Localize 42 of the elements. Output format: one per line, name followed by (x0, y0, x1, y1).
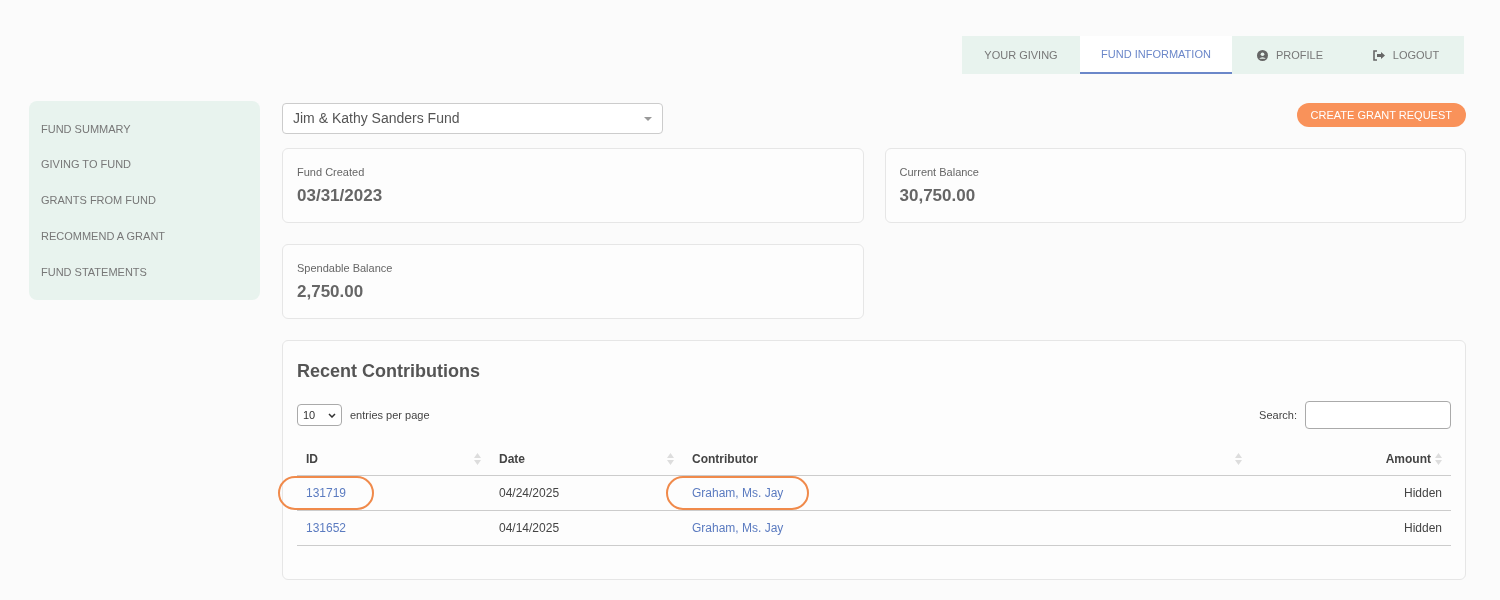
column-header[interactable]: Date (499, 450, 525, 468)
sort-icon[interactable] (667, 453, 674, 465)
nav-tab[interactable]: PROFILE (1232, 36, 1348, 74)
table-cell: 04/14/2025 (499, 521, 560, 535)
sidebar-item[interactable]: GRANTS FROM FUND (29, 182, 260, 219)
contribution-id-link[interactable]: 131719 (280, 478, 373, 508)
sidebar-item[interactable]: FUND SUMMARY (29, 111, 260, 147)
table-cell: Hidden (1403, 521, 1442, 535)
section-title: Recent Contributions (297, 360, 481, 383)
nav-tab[interactable]: FUND INFORMATION (1080, 36, 1232, 74)
stat-label: Current Balance (899, 165, 980, 180)
logout-icon (1372, 49, 1385, 61)
nav-tab[interactable]: LOGOUT (1348, 36, 1464, 74)
sidebar-item[interactable]: RECOMMEND A GRANT (29, 218, 260, 255)
stat-value: 03/31/2023 (297, 184, 384, 207)
sort-icon[interactable] (1235, 453, 1242, 465)
sidebar-item[interactable]: FUND STATEMENTS (29, 254, 260, 290)
stat-label: Fund Created (297, 165, 366, 180)
sidebar-item[interactable]: GIVING TO FUND (29, 146, 260, 183)
column-header[interactable]: ID (306, 450, 318, 468)
entries-label: entries per page (350, 407, 430, 423)
sort-icon[interactable] (1435, 453, 1442, 465)
user-icon (1256, 49, 1268, 61)
stat-value: 2,750.00 (297, 280, 365, 303)
search-label: Search: (1259, 407, 1297, 423)
column-header[interactable]: Amount (1385, 450, 1431, 468)
create-grant-request-button[interactable]: CREATE GRANT REQUEST (1296, 103, 1466, 127)
contributor-link[interactable]: Graham, Ms. Jay (668, 478, 808, 508)
caret-icon (644, 116, 652, 121)
sort-icon[interactable] (474, 453, 481, 465)
nav-tab[interactable]: YOUR GIVING (962, 36, 1080, 74)
column-header[interactable]: Contributor (692, 450, 758, 468)
fund-select[interactable]: Jim & Kathy Sanders Fund (282, 103, 663, 134)
page-size-select[interactable]: 10 (297, 404, 342, 426)
table-cell: 04/24/2025 (499, 486, 560, 500)
contributor-link[interactable]: Graham, Ms. Jay (692, 519, 784, 537)
stat-value: 30,750.00 (899, 184, 977, 207)
table-cell: Hidden (1403, 486, 1442, 500)
stat-label: Spendable Balance (297, 261, 394, 276)
contribution-id-link[interactable]: 131652 (306, 519, 347, 537)
chevron-icon (328, 412, 336, 418)
search-field[interactable] (1305, 401, 1451, 429)
